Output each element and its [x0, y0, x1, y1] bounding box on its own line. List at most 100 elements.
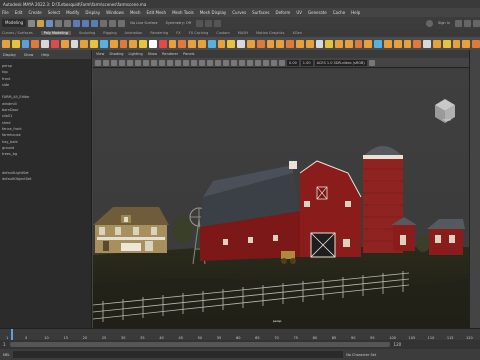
mel-input[interactable]	[13, 351, 344, 358]
shelf-tool-icon[interactable]	[21, 39, 30, 48]
exposure-field[interactable]: 0.00	[287, 59, 299, 66]
use-all-lights-icon[interactable]	[207, 59, 213, 66]
shelf-tool-icon[interactable]	[246, 39, 255, 48]
shelf-tool-icon[interactable]	[276, 39, 285, 48]
wireframe-on-shaded-icon[interactable]	[191, 59, 197, 66]
shelf-tool-icon[interactable]	[266, 39, 275, 48]
menu-edit-mesh[interactable]: Edit Mesh	[147, 10, 167, 15]
render-icon[interactable]	[196, 19, 204, 27]
menu-uv[interactable]: UV	[296, 10, 302, 15]
save-scene-icon[interactable]	[46, 19, 54, 27]
redo-icon[interactable]	[64, 19, 72, 27]
isolate-select-icon[interactable]	[255, 59, 261, 66]
render-settings-icon[interactable]	[214, 19, 222, 27]
symmetry-label[interactable]: Symmetry: Off	[163, 21, 194, 25]
menu-cache[interactable]: Cache	[333, 10, 345, 15]
shelf-tab-motion-graphics[interactable]: Motion Graphics	[256, 31, 284, 35]
shelf-tool-icon[interactable]	[335, 39, 343, 48]
bookmark-icon[interactable]	[111, 59, 117, 66]
viewport-menu-lighting[interactable]: Lighting	[129, 52, 143, 56]
shelf-tool-icon[interactable]	[2, 39, 10, 48]
shelf-tool-icon[interactable]	[188, 39, 196, 48]
select-by-object-icon[interactable]	[82, 19, 90, 27]
shelf-tab-poly-modeling[interactable]: Poly Modeling	[40, 31, 71, 35]
menu-windows[interactable]: Windows	[106, 10, 124, 15]
shelf-tool-icon[interactable]	[217, 39, 226, 48]
time-slider[interactable]: 1 5 10 15 20 25 30 35 40 45 50 55 60 65 70 75 80 85 90 95 10…	[0, 328, 480, 341]
shelf-tool-icon[interactable]	[158, 39, 167, 48]
snap-curve-icon[interactable]	[109, 19, 117, 27]
viewport-3d[interactable]: FRONT	[93, 69, 469, 328]
ambient-occlusion-icon[interactable]	[223, 59, 229, 66]
shelf-tab-curves-surfaces[interactable]: Curves / Surfaces	[2, 31, 33, 35]
viewport-menu-show[interactable]: Show	[148, 52, 157, 56]
menu-deform[interactable]: Deform	[275, 10, 290, 15]
select-camera-icon[interactable]	[95, 59, 101, 66]
backface-culling-icon[interactable]	[279, 59, 285, 66]
anti-aliasing-icon[interactable]	[239, 59, 245, 66]
menu-modify[interactable]: Modify	[66, 10, 79, 15]
shelf-tab-fx[interactable]: FX	[176, 31, 180, 35]
resolution-gate-icon[interactable]	[143, 59, 149, 66]
snap-grid-icon[interactable]	[100, 19, 108, 27]
outliner-menu-help[interactable]: Help	[41, 53, 49, 57]
shelf-tool-icon[interactable]	[70, 39, 79, 48]
camera-attributes-icon[interactable]	[103, 59, 109, 66]
shelf-tool-icon[interactable]	[472, 39, 480, 48]
tool-settings-icon[interactable]	[473, 19, 480, 27]
select-by-hierarchy-icon[interactable]	[73, 19, 81, 27]
shadows-icon[interactable]	[215, 59, 221, 66]
shelf-tool-icon[interactable]	[442, 39, 451, 48]
image-plane-icon[interactable]	[119, 59, 125, 66]
gamma-field[interactable]: 1.00	[300, 59, 313, 66]
shelf-tab-fx-caching[interactable]: FX Caching	[189, 31, 209, 35]
viewport-menu-renderer[interactable]: Renderer	[162, 52, 178, 56]
new-scene-icon[interactable]	[28, 19, 36, 27]
xray-joints-icon[interactable]	[271, 59, 277, 66]
menu-select[interactable]: Select	[48, 10, 60, 15]
colorspace-dropdown[interactable]: ACES 1.0 SDR-video (sRGB)	[314, 59, 367, 66]
shelf-tab-rendering[interactable]: Rendering	[150, 31, 168, 35]
safe-action-icon[interactable]	[167, 59, 173, 66]
menu-mesh-display[interactable]: Mesh Display	[200, 10, 227, 15]
shelf-tool-icon[interactable]	[354, 39, 363, 48]
shelf-tool-icon[interactable]	[315, 39, 324, 48]
gate-mask-icon[interactable]	[151, 59, 157, 66]
motion-blur-icon[interactable]	[231, 59, 237, 66]
outliner-menu-show[interactable]: Show	[24, 53, 33, 57]
select-by-component-icon[interactable]	[91, 19, 99, 27]
menu-edit[interactable]: Edit	[15, 10, 23, 15]
grid-icon[interactable]	[127, 59, 133, 66]
mode-dropdown[interactable]: Modeling	[2, 19, 27, 27]
xray-icon[interactable]	[263, 59, 269, 66]
menu-mesh[interactable]: Mesh	[130, 10, 141, 15]
shelf-tool-icon[interactable]	[286, 39, 294, 48]
menu-surfaces[interactable]: Surfaces	[252, 10, 269, 15]
wireframe-icon[interactable]	[175, 59, 181, 66]
shelf-tool-icon[interactable]	[433, 39, 441, 48]
smooth-shade-icon[interactable]	[183, 59, 189, 66]
viewport-menu-panels[interactable]: Panels	[183, 52, 194, 56]
shelf-tool-icon[interactable]	[197, 39, 206, 48]
shelf-tool-icon[interactable]	[256, 39, 265, 48]
shelf-tool-icon[interactable]	[344, 39, 353, 48]
shelf-tool-icon[interactable]	[148, 39, 157, 48]
outliner-item[interactable]: defaultObjectSet	[2, 176, 91, 182]
shelf-tool-icon[interactable]	[50, 39, 59, 48]
menu-help[interactable]: Help	[351, 10, 360, 15]
shelf-tool-icon[interactable]	[178, 39, 187, 48]
shelf-tool-icon[interactable]	[413, 39, 422, 48]
shelf-tab-custom[interactable]: Custom	[216, 31, 229, 35]
menu-file[interactable]: File	[2, 10, 9, 15]
mel-label[interactable]: MEL	[3, 353, 10, 357]
menu-create[interactable]: Create	[28, 10, 41, 15]
character-set[interactable]: No Character Set	[346, 353, 376, 357]
shelf-tool-icon[interactable]	[31, 39, 40, 48]
ipr-render-icon[interactable]	[205, 19, 213, 27]
viewport-menu-view[interactable]: View	[96, 52, 104, 56]
shelf-tool-icon[interactable]	[90, 39, 98, 48]
viewport-menu-shading[interactable]: Shading	[109, 52, 123, 56]
modeling-toolkit-icon[interactable]	[455, 19, 462, 27]
shelf-tool-icon[interactable]	[99, 39, 108, 48]
shelf-tab-rigging[interactable]: Rigging	[103, 31, 116, 35]
